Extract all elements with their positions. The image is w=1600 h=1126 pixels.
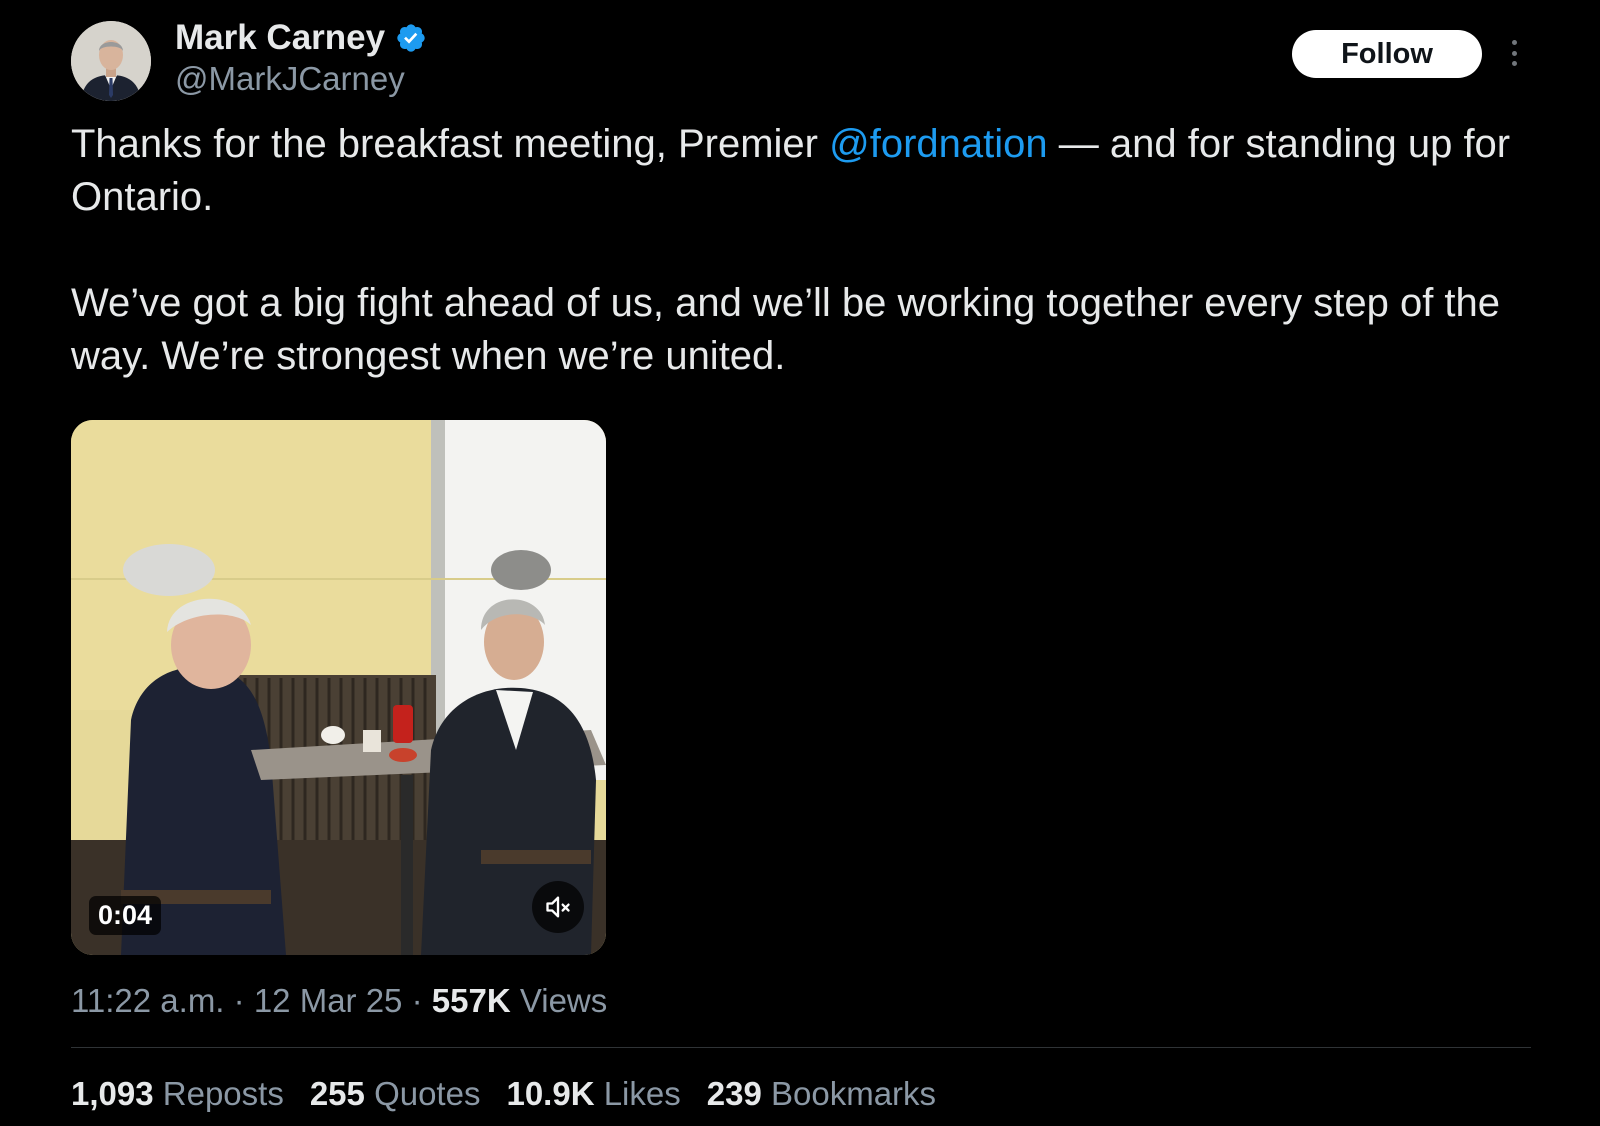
stat-bookmarks[interactable]: 239 Bookmarks bbox=[707, 1075, 936, 1113]
stat-likes[interactable]: 10.9K Likes bbox=[506, 1075, 680, 1113]
stat-count: 239 bbox=[706, 1075, 762, 1112]
stat-label: Bookmarks bbox=[770, 1075, 937, 1112]
stat-reposts[interactable]: 1,093 Reposts bbox=[71, 1075, 284, 1113]
divider bbox=[71, 1047, 1531, 1048]
mention-link[interactable]: @fordnation bbox=[829, 122, 1048, 166]
stat-count: 10.9K bbox=[506, 1075, 595, 1112]
video-duration: 0:04 bbox=[89, 896, 162, 935]
follow-button[interactable]: Follow bbox=[1292, 30, 1482, 78]
stat-label: Reposts bbox=[162, 1075, 284, 1112]
speaker-muted-glyph bbox=[546, 896, 570, 918]
stat-count: 1,093 bbox=[71, 1075, 154, 1112]
stat-label: Likes bbox=[603, 1075, 681, 1112]
video-thumbnail bbox=[71, 420, 606, 955]
author-avatar[interactable] bbox=[71, 21, 151, 101]
tweet-date[interactable]: 12 Mar 25 bbox=[254, 982, 403, 1019]
views-label: Views bbox=[519, 982, 608, 1019]
tweet-paragraph-2: We’ve got a big fight ahead of us, and w… bbox=[71, 281, 1501, 378]
avatar-image bbox=[71, 21, 151, 101]
stat-quotes[interactable]: 255 Quotes bbox=[310, 1075, 481, 1113]
author-handle[interactable]: @MarkJCarney bbox=[175, 60, 405, 98]
more-vertical-icon[interactable] bbox=[1500, 36, 1528, 70]
tweet-meta: 11:22 a.m. · 12 Mar 25 · 557K Views bbox=[71, 982, 607, 1020]
tweet-text: Thanks for the breakfast meeting, Premie… bbox=[71, 118, 1531, 383]
author-name-text: Mark Carney bbox=[175, 18, 386, 57]
author-name[interactable]: Mark Carney bbox=[175, 18, 427, 58]
engagement-stats: 1,093 Reposts 255 Quotes 10.9K Likes 239… bbox=[71, 1075, 936, 1113]
views-count: 557K bbox=[431, 982, 511, 1019]
verified-badge-icon bbox=[397, 24, 425, 52]
tweet-time[interactable]: 11:22 a.m. bbox=[71, 982, 224, 1019]
speaker-muted-icon[interactable] bbox=[532, 881, 584, 933]
meta-separator: · bbox=[233, 982, 245, 1019]
video-player[interactable]: 0:04 bbox=[71, 420, 606, 955]
stat-count: 255 bbox=[309, 1075, 365, 1112]
tweet-text-segment: Thanks for the breakfast meeting, Premie… bbox=[71, 122, 830, 166]
tweet-paragraph-1: Thanks for the breakfast meeting, Premie… bbox=[71, 118, 1531, 224]
stat-label: Quotes bbox=[374, 1075, 481, 1112]
meta-separator: · bbox=[411, 982, 423, 1019]
